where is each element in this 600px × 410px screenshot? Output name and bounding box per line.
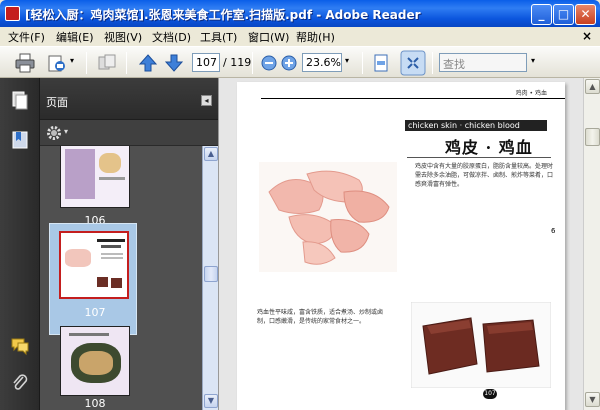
- document-scrollbar[interactable]: ▲ ▼: [583, 78, 600, 410]
- attachments-icon[interactable]: [10, 373, 30, 393]
- search-input[interactable]: 查找: [439, 53, 527, 72]
- pages-panel-icon[interactable]: [10, 90, 30, 110]
- margin-mark: 6: [551, 227, 556, 235]
- document-close-icon[interactable]: ×: [582, 29, 592, 43]
- header-rule: [261, 98, 565, 99]
- chicken-blood-photo: [411, 302, 551, 388]
- window-title: [轻松入厨：鸡肉菜馆].张恩来美食工作室.扫描版.pdf - Adobe Rea…: [25, 8, 421, 22]
- full-screen-icon[interactable]: [400, 50, 426, 76]
- zoom-level-input[interactable]: 23.6%: [302, 53, 342, 72]
- running-head: 鸡肉 • 鸡血: [515, 90, 547, 97]
- scroll-down-icon[interactable]: ▼: [204, 394, 218, 408]
- fit-page-icon[interactable]: [370, 52, 392, 74]
- toolbar-separator: [432, 52, 433, 74]
- title-bar[interactable]: [轻松入厨：鸡肉菜馆].张恩来美食工作室.扫描版.pdf - Adobe Rea…: [0, 0, 600, 27]
- gear-icon[interactable]: [46, 125, 62, 141]
- menu-bar: 文件(F) 编辑(E) 视图(V) 文档(D) 工具(T) 窗口(W) 帮助(H…: [0, 27, 600, 46]
- menu-document[interactable]: 文档(D): [152, 29, 191, 45]
- menu-view[interactable]: 视图(V): [104, 29, 142, 45]
- minimize-button[interactable]: _: [531, 4, 552, 25]
- navigation-pane-strip: [0, 78, 40, 410]
- toolbar-separator: [86, 52, 87, 74]
- close-button[interactable]: ✕: [575, 4, 596, 25]
- menu-help[interactable]: 帮助(H): [296, 29, 335, 45]
- page-number-badge: 107: [483, 389, 497, 399]
- maximize-button[interactable]: □: [553, 4, 574, 25]
- thumbnail-label: 108: [84, 397, 106, 410]
- scroll-up-icon[interactable]: ▲: [204, 147, 218, 161]
- pages-panel: 页面 ◂ ▾ 106 107 108 ▲ ▼: [40, 78, 218, 410]
- thumbnail-list[interactable]: 106 107 108: [40, 146, 202, 410]
- collapse-panel-icon[interactable]: ◂: [201, 95, 212, 106]
- collaborate-icon[interactable]: [96, 52, 118, 74]
- page-number-input[interactable]: 107: [192, 53, 220, 72]
- zoom-in-icon[interactable]: [278, 52, 300, 74]
- thumbnail-label: 107: [84, 306, 106, 319]
- toolbar: ▾ 107 / 119 23.6% ▾ 查找 ▾: [0, 46, 600, 78]
- chicken-skin-photo: [259, 162, 397, 272]
- doc-scroll-thumb[interactable]: [585, 128, 600, 146]
- menu-edit[interactable]: 编辑(E): [56, 29, 94, 45]
- menu-tools[interactable]: 工具(T): [200, 29, 237, 45]
- email-icon[interactable]: [46, 52, 68, 74]
- pages-panel-header: 页面 ◂: [40, 78, 218, 120]
- zoom-dropdown-icon[interactable]: ▾: [345, 56, 349, 65]
- thumbnail-page[interactable]: [60, 146, 130, 208]
- chapter-title: 鸡皮 · 鸡血: [445, 138, 533, 157]
- toolbar-separator: [126, 52, 127, 74]
- body-paragraph: 鸡皮中含有大量的胶原蛋白，脂肪含量较高。处理时需去除多余油脂，可做凉拌、卤制、煎…: [415, 163, 554, 188]
- title-rule: [407, 157, 551, 158]
- panel-title: 页面: [46, 96, 68, 109]
- next-page-icon[interactable]: [163, 52, 185, 74]
- thumbnail-page[interactable]: [60, 326, 130, 396]
- print-icon[interactable]: [14, 52, 36, 74]
- email-dropdown-icon[interactable]: ▾: [70, 56, 74, 65]
- doc-scroll-up-icon[interactable]: ▲: [585, 79, 600, 94]
- options-dropdown-icon[interactable]: ▾: [64, 127, 68, 136]
- body-paragraph-2: 鸡血性平味咸，富含铁质，适合煮汤、炒制或卤制，口感嫩滑，是传统的家常食材之一。: [257, 309, 384, 325]
- bookmarks-panel-icon[interactable]: [10, 130, 30, 150]
- document-view[interactable]: 鸡肉 • 鸡血 chicken skin · chicken blood 鸡皮 …: [218, 78, 600, 410]
- english-title-banner: chicken skin · chicken blood: [405, 120, 547, 131]
- menu-window[interactable]: 窗口(W): [248, 29, 289, 45]
- comments-icon[interactable]: [10, 336, 30, 356]
- toolbar-separator: [362, 52, 363, 74]
- pdf-page: 鸡肉 • 鸡血 chicken skin · chicken blood 鸡皮 …: [237, 82, 565, 410]
- adobe-reader-icon: [5, 6, 20, 21]
- doc-scroll-down-icon[interactable]: ▼: [585, 392, 600, 407]
- thumbnail-scrollbar[interactable]: ▲ ▼: [202, 146, 218, 410]
- toolbar-separator: [252, 52, 253, 74]
- menu-file[interactable]: 文件(F): [8, 29, 45, 45]
- search-dropdown-icon[interactable]: ▾: [531, 56, 535, 65]
- previous-page-icon[interactable]: [137, 52, 159, 74]
- scroll-thumb[interactable]: [204, 266, 218, 282]
- zoom-out-icon[interactable]: [258, 52, 280, 74]
- panel-options-bar: ▾: [40, 120, 218, 146]
- page-total: / 119: [223, 56, 252, 69]
- thumbnail-page-selected[interactable]: [59, 231, 129, 299]
